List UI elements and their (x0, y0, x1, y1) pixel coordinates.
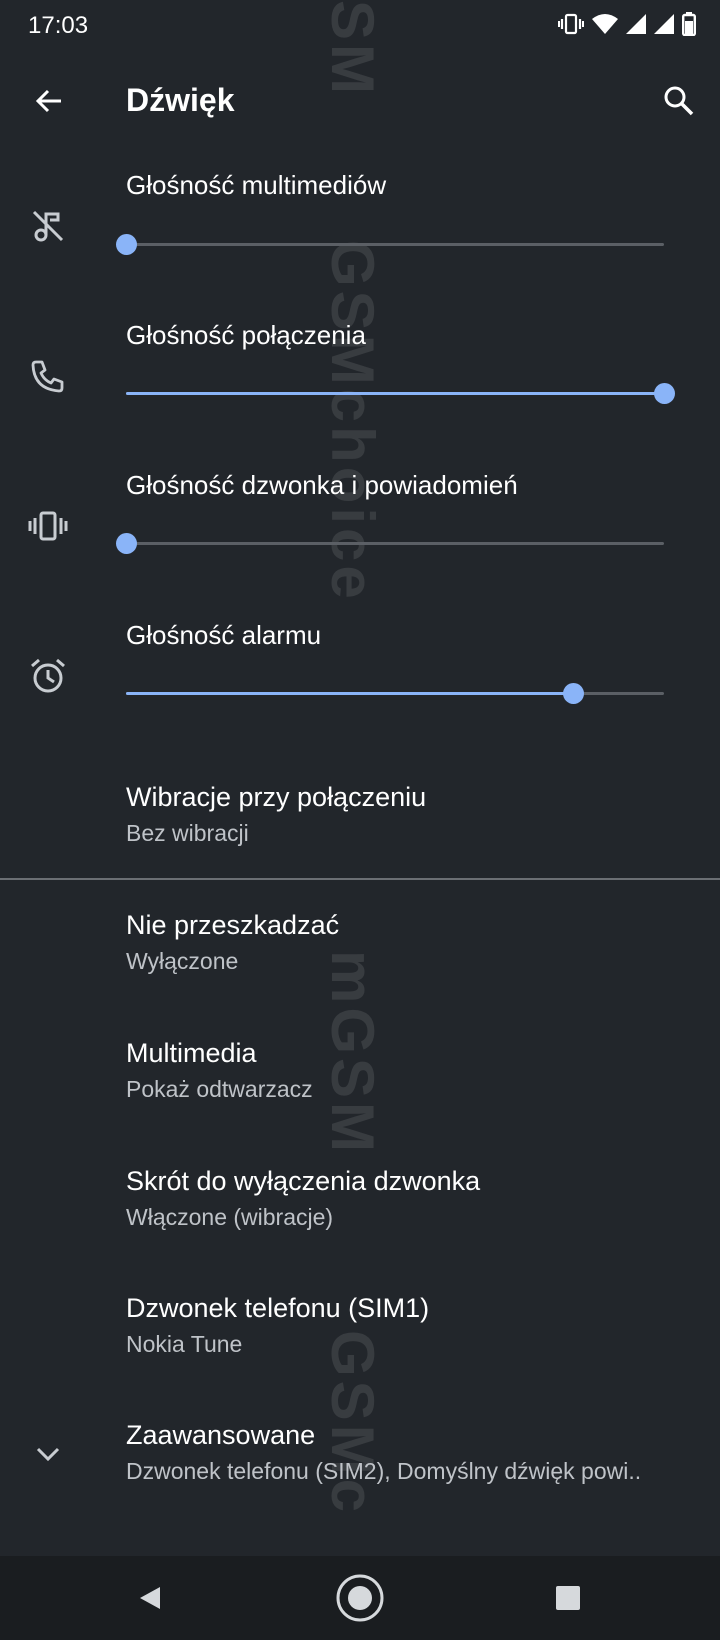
volume-row-media: Głośność multimediów (0, 160, 720, 310)
nav-back-button[interactable] (122, 1570, 178, 1626)
search-icon (664, 86, 694, 116)
pref-title: Skrót do wyłączenia dzwonka (126, 1166, 481, 1196)
arrow-back-icon (35, 89, 61, 113)
back-triangle-icon (140, 1587, 160, 1609)
ring-volume-slider[interactable] (116, 529, 664, 559)
pref-summary: Bez wibracji (126, 820, 249, 846)
navigation-bar (0, 1556, 720, 1640)
pref-ringtone-sim1[interactable]: Dzwonek telefonu (SIM1) Nokia Tune (0, 1293, 720, 1363)
recents-square-icon (556, 1586, 580, 1610)
divider (0, 878, 720, 880)
pref-summary: Pokaż odtwarzacz (126, 1076, 313, 1102)
pref-call-vibration[interactable]: Wibracje przy połączeniu Bez wibracji (0, 782, 720, 852)
search-button[interactable] (656, 78, 702, 124)
pref-summary: Dzwonek telefonu (SIM2), Domyślny dźwięk… (126, 1458, 642, 1484)
vibrate-icon (558, 12, 584, 41)
nav-home-button[interactable] (332, 1570, 388, 1626)
slider-track (126, 542, 664, 545)
vibrate-icon (26, 504, 70, 548)
watermark: SM (319, 0, 386, 98)
slider-thumb[interactable] (116, 234, 137, 255)
status-time: 17:03 (28, 12, 89, 39)
slider-thumb[interactable] (562, 683, 584, 704)
pref-title: Dzwonek telefonu (SIM1) (126, 1293, 430, 1323)
volume-row-alarm: Głośność alarmu (0, 610, 720, 760)
signal-icon (654, 13, 674, 39)
pref-title: Nie przeszkadzać (126, 910, 340, 940)
home-circle-icon (336, 1574, 384, 1622)
page-title: Dźwięk (126, 82, 235, 118)
volume-label: Głośność połączenia (126, 320, 366, 350)
alarm-volume-slider[interactable] (126, 679, 664, 709)
pref-mute-shortcut[interactable]: Skrót do wyłączenia dzwonka Włączone (wi… (0, 1166, 720, 1236)
pref-summary: Włączone (wibracje) (126, 1204, 334, 1230)
chevron-down-icon (26, 1432, 70, 1476)
slider-thumb[interactable] (654, 383, 675, 404)
slider-fill (126, 392, 664, 395)
pref-title: Multimedia (126, 1038, 257, 1068)
slider-thumb[interactable] (116, 533, 137, 554)
slider-fill (126, 692, 573, 695)
battery-icon (682, 11, 697, 41)
signal-icon (626, 13, 646, 39)
music-off-icon (26, 204, 70, 248)
volume-label: Głośność dzwonka i powiadomień (126, 470, 518, 500)
back-button[interactable] (26, 78, 72, 124)
wifi-icon (592, 13, 618, 40)
media-volume-slider[interactable] (116, 230, 664, 260)
pref-title: Zaawansowane (126, 1420, 316, 1450)
volume-row-call: Głośność połączenia (0, 310, 720, 460)
pref-summary: Nokia Tune (126, 1331, 243, 1357)
pref-do-not-disturb[interactable]: Nie przeszkadzać Wyłączone (0, 910, 720, 980)
call-volume-slider[interactable] (126, 379, 675, 409)
pref-multimedia[interactable]: Multimedia Pokaż odtwarzacz (0, 1038, 720, 1108)
volume-label: Głośność multimediów (126, 170, 387, 200)
pref-advanced[interactable]: Zaawansowane Dzwonek telefonu (SIM2), Do… (0, 1420, 720, 1490)
alarm-icon (26, 654, 70, 698)
status-icons (558, 11, 697, 41)
pref-title: Wibracje przy połączeniu (126, 782, 427, 812)
phone-icon (26, 354, 70, 398)
pref-summary: Wyłączone (126, 948, 239, 974)
volume-label: Głośność alarmu (126, 620, 322, 650)
volume-row-ring: Głośność dzwonka i powiadomień (0, 460, 720, 610)
nav-recents-button[interactable] (540, 1570, 596, 1626)
slider-track (126, 243, 664, 246)
